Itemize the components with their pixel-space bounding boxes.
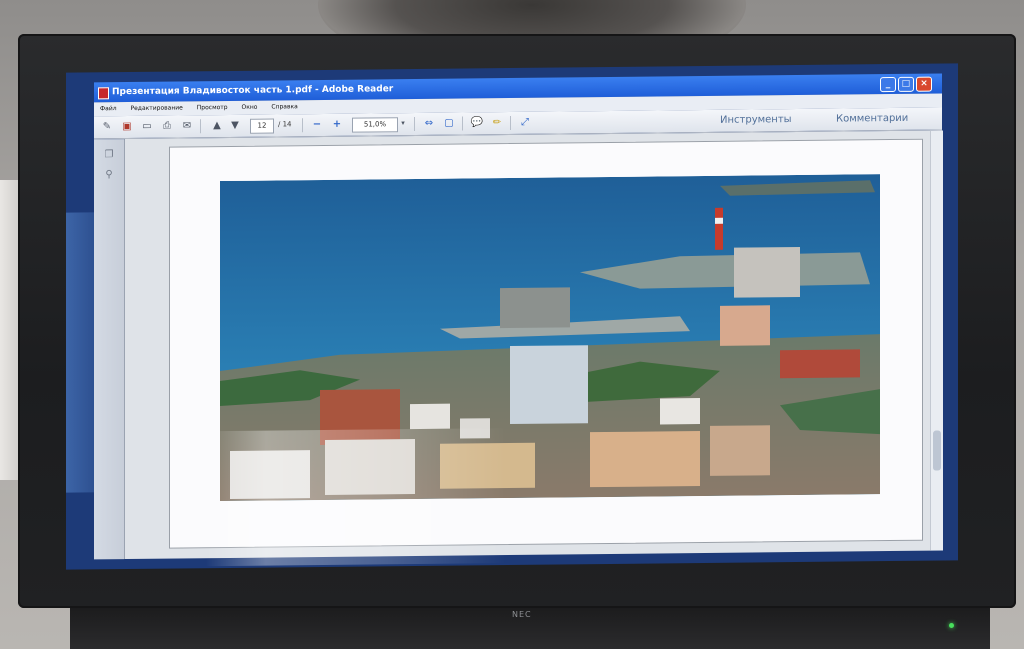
menu-file[interactable]: Файл xyxy=(100,105,117,112)
screen: Презентация Владивосток часть 1.pdf - Ad… xyxy=(66,63,958,570)
building xyxy=(590,431,700,488)
expand-icon[interactable]: ⤢ xyxy=(518,116,532,129)
page-thumbnails-icon[interactable]: ❐ xyxy=(102,149,116,161)
construction-building xyxy=(500,287,570,329)
building xyxy=(410,403,450,430)
next-page-icon[interactable]: ▼ xyxy=(228,119,242,132)
tools-button[interactable]: Инструменты xyxy=(720,112,792,128)
toolbar-separator xyxy=(462,116,463,131)
building xyxy=(710,425,770,476)
city-photo xyxy=(220,174,880,502)
zoom-out-icon[interactable]: − xyxy=(310,118,324,131)
navigation-pane: ❐ ⚲ xyxy=(94,139,125,560)
chimney-stripe xyxy=(715,217,723,224)
document-area xyxy=(125,130,930,560)
menu-help[interactable]: Справка xyxy=(271,103,297,110)
close-button[interactable]: × xyxy=(916,76,932,92)
create-pdf-icon[interactable]: ▣ xyxy=(120,120,134,133)
building xyxy=(720,305,770,346)
building xyxy=(440,442,535,489)
adobe-reader-icon xyxy=(98,87,109,100)
pdf-page xyxy=(169,138,923,549)
save-icon[interactable]: ▭ xyxy=(140,120,154,133)
scrollbar-thumb[interactable] xyxy=(933,430,941,471)
open-icon[interactable]: ✎ xyxy=(100,120,114,133)
building xyxy=(325,439,415,495)
previous-page-icon[interactable]: ▲ xyxy=(210,119,224,132)
chimney xyxy=(715,207,723,250)
email-icon[interactable]: ✉ xyxy=(180,119,194,132)
toolbar-separator xyxy=(510,116,511,131)
maximize-button[interactable]: □ xyxy=(898,76,914,92)
attachments-icon[interactable]: ⚲ xyxy=(102,169,116,181)
vertical-scrollbar[interactable] xyxy=(930,130,943,551)
building xyxy=(780,349,860,379)
fit-page-icon[interactable]: ▢ xyxy=(442,117,456,130)
fit-width-icon[interactable]: ⇔ xyxy=(422,117,436,130)
brick-building xyxy=(320,389,400,446)
chevron-down-icon[interactable]: ▾ xyxy=(398,117,408,130)
building xyxy=(460,418,490,439)
toolbar-separator xyxy=(200,119,201,134)
page-number-input[interactable]: 12 xyxy=(250,118,274,134)
comment-icon[interactable]: 💬 xyxy=(470,116,484,129)
building xyxy=(660,398,700,425)
building xyxy=(230,450,310,499)
print-icon[interactable]: ⎙ xyxy=(160,120,174,133)
minimize-button[interactable]: _ xyxy=(880,76,896,93)
tall-building xyxy=(510,345,588,425)
zoom-in-icon[interactable]: + xyxy=(330,118,344,131)
monitor-brand: NEC xyxy=(512,610,532,619)
comments-button[interactable]: Комментарии xyxy=(836,111,908,127)
page-total: / 14 xyxy=(278,120,292,129)
building xyxy=(734,246,800,298)
menu-edit[interactable]: Редактирование xyxy=(131,104,183,112)
zoom-select[interactable]: 51,0% xyxy=(352,117,398,133)
menu-view[interactable]: Просмотр xyxy=(197,104,228,111)
highlight-icon[interactable]: ✏ xyxy=(490,116,504,129)
toolbar-separator xyxy=(302,118,303,133)
power-led xyxy=(949,623,954,628)
menu-window[interactable]: Окно xyxy=(242,104,258,111)
toolbar-separator xyxy=(414,117,415,132)
